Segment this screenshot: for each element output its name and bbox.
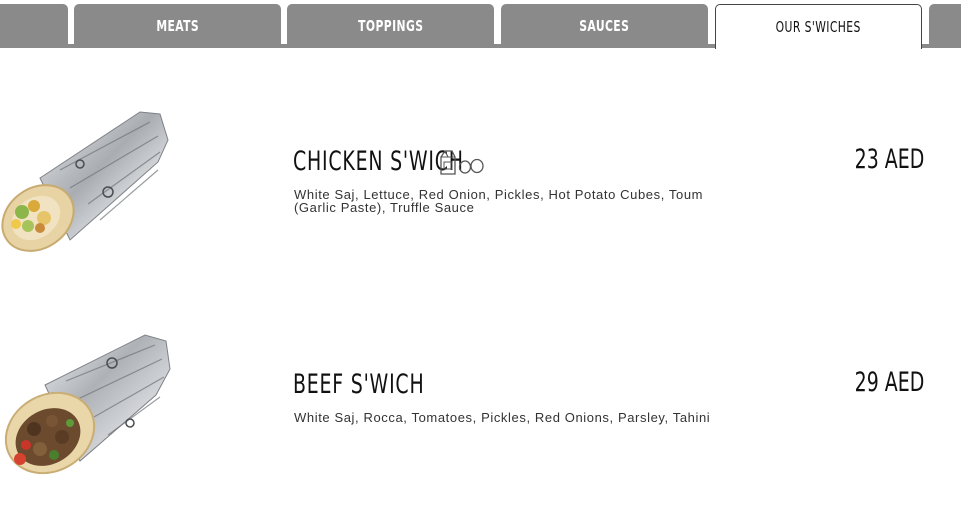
item-description: White Saj, Lettuce, Red Onion, Pickles, … <box>294 187 704 215</box>
item-name: Beef S'wich <box>293 369 425 400</box>
item-price: 29 AED <box>854 367 924 398</box>
item-price: 23 AED <box>854 144 924 175</box>
tab-previous-partial[interactable] <box>0 4 68 48</box>
category-tab-bar: Meats Toppings Sauces Our S'wiches <box>0 0 961 49</box>
beef-swich-photo <box>4 334 171 475</box>
tab-sauces[interactable]: Sauces <box>501 4 708 48</box>
menu-item-chicken-swich: Chicken S'wich White Saj, Lettuce, Red O… <box>0 100 961 290</box>
tab-toppings-label: Toppings <box>357 17 424 35</box>
milk-carton-icon <box>440 150 456 175</box>
eggs-icon <box>458 158 484 174</box>
allergen-icons <box>438 149 486 180</box>
tab-meats-label: Meats <box>156 17 199 35</box>
tab-our-swiches-label: Our S'wiches <box>775 18 862 36</box>
tab-toppings[interactable]: Toppings <box>287 4 494 48</box>
tab-meats[interactable]: Meats <box>74 4 281 48</box>
tab-sauces-label: Sauces <box>579 17 630 35</box>
tab-next-partial[interactable] <box>929 4 961 48</box>
menu-item-beef-swich: Beef S'wich White Saj, Rocca, Tomatoes, … <box>0 325 961 515</box>
tab-underline-left <box>0 44 715 48</box>
chicken-swich-photo <box>1 111 169 252</box>
item-description: White Saj, Rocca, Tomatoes, Pickles, Red… <box>294 410 711 425</box>
tab-our-swiches[interactable]: Our S'wiches <box>715 4 922 49</box>
